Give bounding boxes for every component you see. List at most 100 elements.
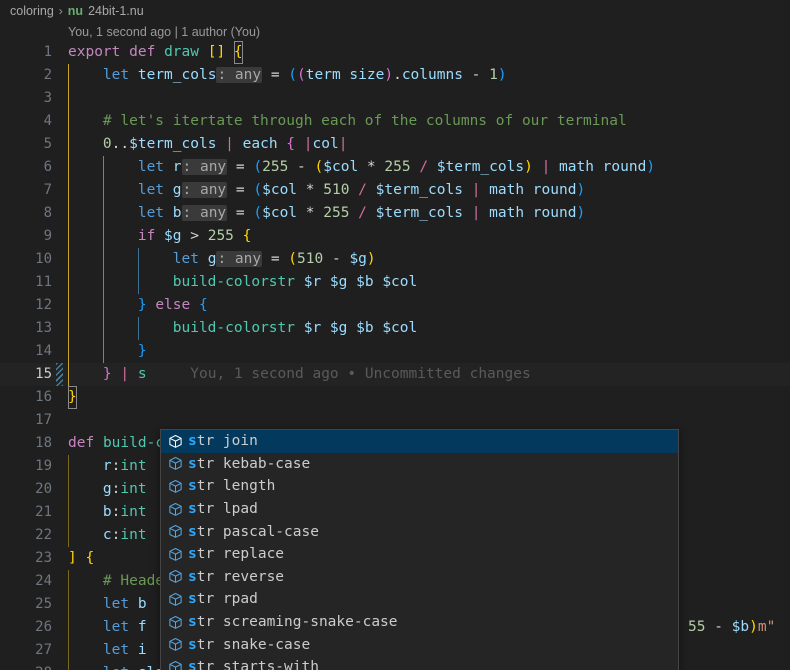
code-line[interactable]: 9 if $g > 255 { [0,225,790,248]
line-number: 2 [0,64,52,87]
code-line[interactable]: 5 0..$term_cols | each { |col| [0,133,790,156]
line-number: 16 [0,386,52,409]
suggest-item-rest: tr pascal-case [197,524,319,540]
code-line[interactable]: 4 # let's itertate through each of the c… [0,110,790,133]
suggest-match-prefix: s [188,546,197,562]
line-content: export def draw [] { [68,41,243,64]
module-cube-icon [167,433,184,450]
line-number: 14 [0,340,52,363]
suggest-item-rest: tr join [197,433,258,449]
line-number: 21 [0,501,52,524]
line-number: 18 [0,432,52,455]
line-content: build-colorstr $r $g $b $col [68,271,417,294]
line-content: } | s You, 1 second ago • Uncommitted ch… [68,363,531,386]
suggest-item-label: str snake-case [188,637,310,653]
suggest-item[interactable]: str kebab-case [161,453,678,476]
code-line[interactable]: 7 let g: any = ($col * 510 / $term_cols … [0,179,790,202]
module-cube-icon [167,523,184,540]
suggest-item[interactable]: str screaming-snake-case [161,611,678,634]
code-line[interactable]: 10 let g: any = (510 - $g) [0,248,790,271]
suggest-match-prefix: s [188,569,197,585]
line-number: 6 [0,156,52,179]
line-number: 19 [0,455,52,478]
breadcrumb[interactable]: coloring › nu 24bit-1.nu [0,0,790,22]
nu-file-type-icon: nu [68,4,83,18]
code-editor[interactable]: 1 export def draw [] { 2 let term_cols: … [0,41,790,670]
module-cube-icon [167,591,184,608]
line-number: 17 [0,409,52,432]
suggest-match-prefix: s [188,524,197,540]
module-cube-icon [167,636,184,653]
code-line-active[interactable]: 15 } | s You, 1 second ago • Uncommitted… [0,363,790,386]
suggest-item[interactable]: str reverse [161,566,678,589]
suggest-item-label: str kebab-case [188,456,310,472]
git-author-row[interactable]: You, 1 second ago | 1 author (You) [0,22,790,41]
line-number: 22 [0,524,52,547]
code-line[interactable]: 2 let term_cols: any = ((term size).colu… [0,64,790,87]
suggest-item[interactable]: str length [161,475,678,498]
line-number: 10 [0,248,52,271]
line-content: r:int [68,455,147,478]
autocomplete-suggest-widget[interactable]: str joinstr kebab-casestr lengthstr lpad… [160,429,679,670]
code-line[interactable]: 16 } [0,386,790,409]
line-number: 1 [0,41,52,64]
line-content: let g: any = ($col * 510 / $term_cols | … [68,179,585,202]
suggest-item[interactable]: str join [161,430,678,453]
line-content: if $g > 255 { [68,225,251,248]
line-number: 3 [0,87,52,110]
git-author-text: You, 1 second ago | 1 author (You) [68,25,260,39]
line-content: } [68,340,147,363]
line-content: let f [68,616,147,639]
module-cube-icon [167,455,184,472]
suggest-item[interactable]: str starts-with [161,656,678,670]
suggest-item-label: str starts-with [188,659,319,670]
code-line[interactable]: 3 [0,87,790,110]
suggest-item-rest: tr reverse [197,569,284,585]
line-content: g:int [68,478,147,501]
line-content: build-colorstr $r $g $b $col [68,317,417,340]
suggest-item-rest: tr kebab-case [197,456,311,472]
line-content: # let's itertate through each of the col… [68,110,627,133]
git-dirty-marker [56,363,63,386]
suggest-item[interactable]: str replace [161,543,678,566]
suggest-item[interactable]: str rpad [161,588,678,611]
suggest-item[interactable]: str snake-case [161,633,678,656]
inline-blame-annotation: You, 1 second ago • Uncommitted changes [190,366,530,382]
code-line[interactable]: 11 build-colorstr $r $g $b $col [0,271,790,294]
code-line[interactable]: 1 export def draw [] { [0,41,790,64]
line-content: ] { [68,547,94,570]
breadcrumb-folder[interactable]: coloring [10,4,54,18]
suggest-item[interactable]: str pascal-case [161,520,678,543]
suggest-match-prefix: s [188,591,197,607]
line-content: let g: any = (510 - $g) [68,248,376,271]
line-number: 26 [0,616,52,639]
line-number: 24 [0,570,52,593]
suggest-match-prefix: s [188,478,197,494]
suggest-item-label: str lpad [188,501,258,517]
module-cube-icon [167,659,184,670]
line-content: let i [68,639,147,662]
line-content: let term_cols: any = ((term size).column… [68,64,507,87]
code-line[interactable]: 12 } else { [0,294,790,317]
suggest-match-prefix: s [188,614,197,630]
suggest-match-prefix: s [188,659,197,670]
line-number: 12 [0,294,52,317]
suggest-item-rest: tr replace [197,546,284,562]
line-number: 5 [0,133,52,156]
breadcrumb-separator-icon: › [59,4,63,18]
code-line[interactable]: 8 let b: any = ($col * 255 / $term_cols … [0,202,790,225]
line-content: 0..$term_cols | each { |col| [68,133,347,156]
line-number: 9 [0,225,52,248]
line-content: } [68,386,77,409]
breadcrumb-file[interactable]: 24bit-1.nu [88,4,144,18]
code-line[interactable]: 13 build-colorstr $r $g $b $col [0,317,790,340]
suggest-item-label: str length [188,478,275,494]
line-content-tail: 55 - $b)m" [688,616,775,639]
line-number: 7 [0,179,52,202]
code-line[interactable]: 6 let r: any = (255 - ($col * 255 / $ter… [0,156,790,179]
suggest-item-label: str replace [188,546,284,562]
code-line[interactable]: 14 } [0,340,790,363]
line-number: 4 [0,110,52,133]
suggest-item[interactable]: str lpad [161,498,678,521]
suggest-match-prefix: s [188,501,197,517]
